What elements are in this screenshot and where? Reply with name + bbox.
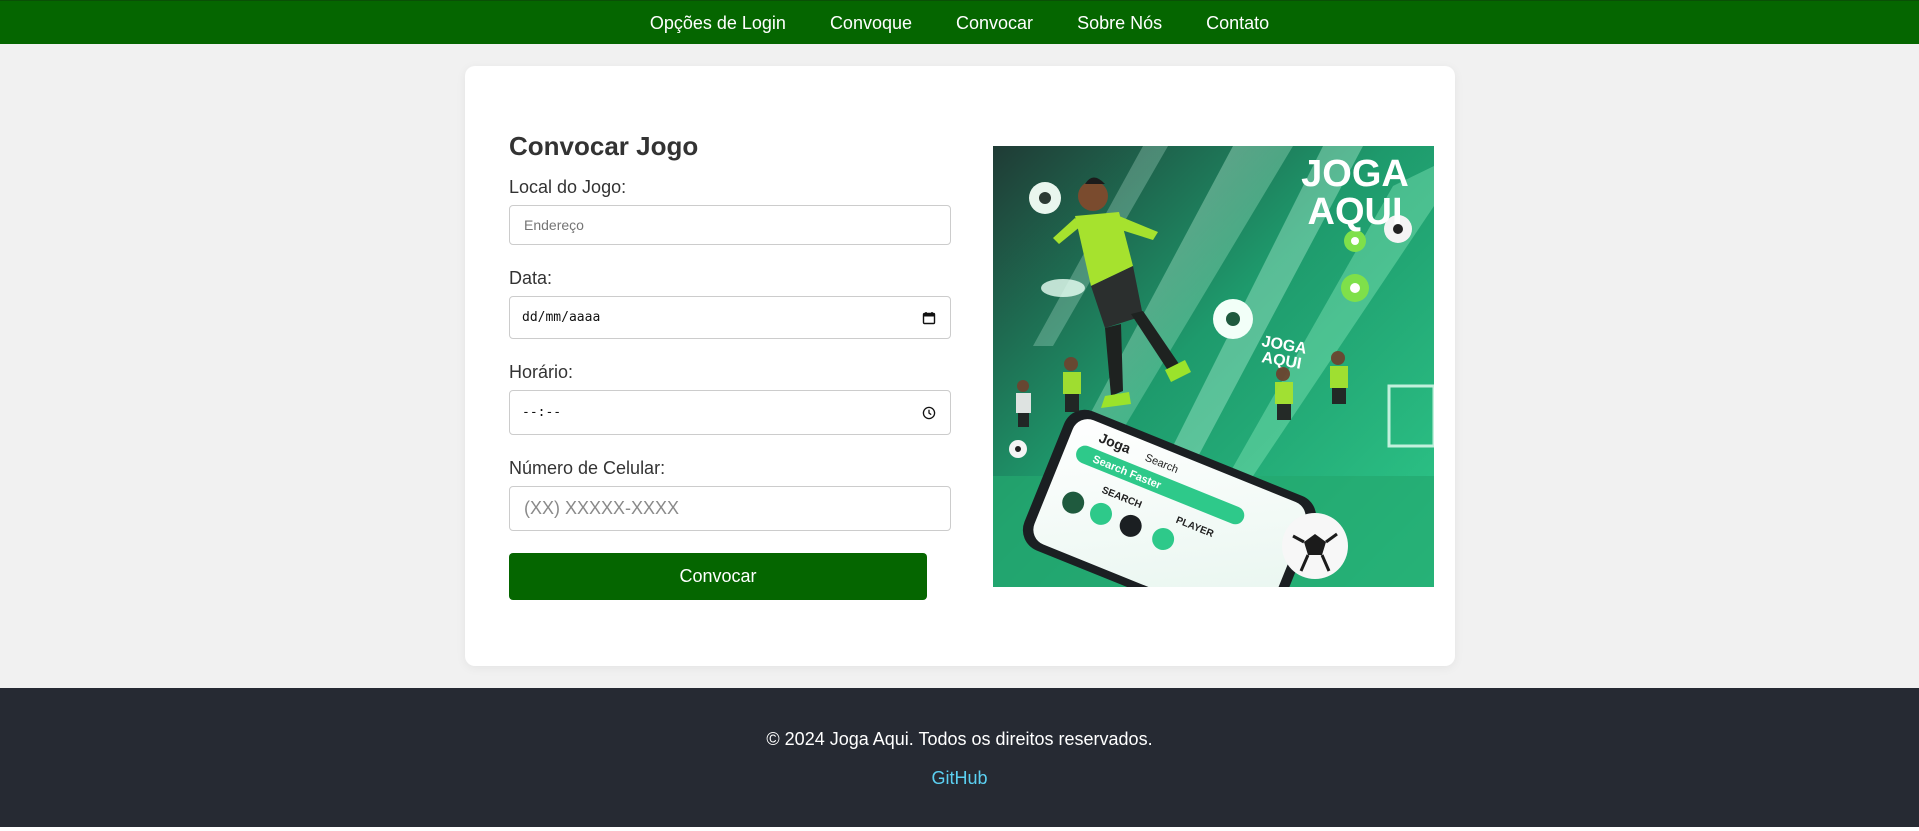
date-input-text: dd/mm/aaaa [522,310,601,325]
local-label: Local do Jogo: [509,177,627,197]
github-link[interactable]: GitHub [0,767,1919,789]
clock-icon[interactable] [922,406,936,420]
top-navigation: Opções de Login Convoque Convocar Sobre … [0,0,1919,44]
time-label: Horário: [509,362,574,382]
page-footer: © 2024 Joga Aqui. Todos os direitos rese… [0,688,1919,827]
hero-image: JOGA AQUI JOGA AQUI Joga Search Search F… [993,146,1434,587]
convocar-button[interactable]: Convocar [509,553,927,600]
time-input-text: --:-- [522,405,562,420]
nav-convoque[interactable]: Convoque [808,1,934,45]
local-field-wrapper [509,205,951,245]
hero-brand-line-1: JOGA [1301,153,1409,195]
form-title: Convocar Jogo [509,131,699,161]
address-input[interactable] [522,216,938,234]
nav-about-us[interactable]: Sobre Nós [1055,1,1184,45]
nav-convocar[interactable]: Convocar [934,1,1055,45]
convocar-form: Convocar Jogo Local do Jogo: Data: dd/mm… [509,130,951,600]
nav-login-options[interactable]: Opções de Login [628,1,808,45]
phone-label: Número de Celular: [509,458,666,478]
hero-brand-line-2: AQUI [1308,191,1403,233]
footer-copyright: © 2024 Joga Aqui. Todos os direitos rese… [766,729,1153,749]
phone-field-wrapper [509,486,951,531]
time-input[interactable]: --:-- [509,390,951,435]
calendar-icon[interactable] [922,311,936,325]
date-input[interactable]: dd/mm/aaaa [509,296,951,339]
bottom-border [0,827,1919,831]
date-label: Data: [509,268,553,288]
main-card: Convocar Jogo Local do Jogo: Data: dd/mm… [465,66,1455,666]
phone-input[interactable] [522,497,938,520]
nav-contact[interactable]: Contato [1184,1,1291,45]
hero-illustration: JOGA AQUI JOGA AQUI Joga Search Search F… [993,146,1434,587]
